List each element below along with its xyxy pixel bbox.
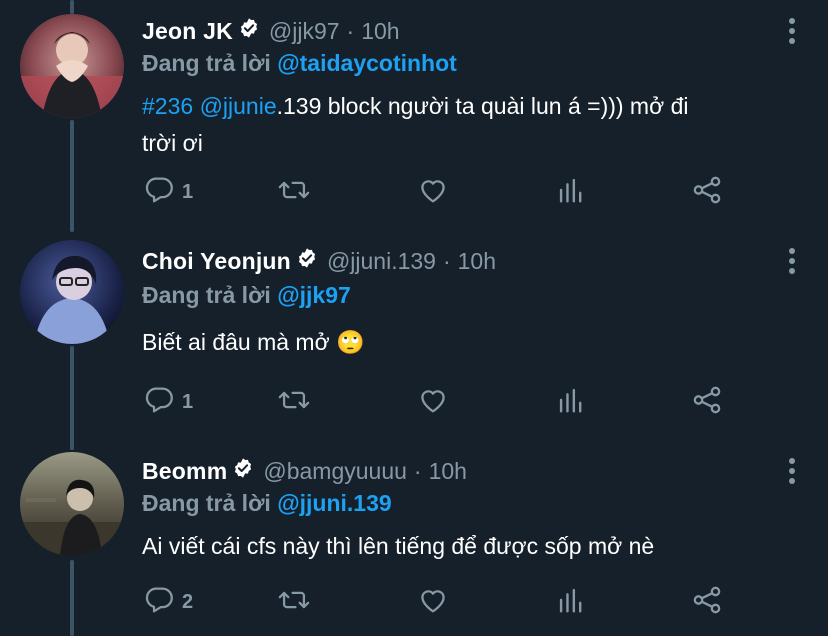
reply-to-mention[interactable]: @jjk97 (277, 282, 351, 308)
like-button[interactable] (416, 584, 450, 620)
avatar[interactable] (20, 14, 124, 118)
retweet-button[interactable] (276, 584, 312, 620)
user-handle[interactable]: @jjk97 (269, 18, 340, 45)
share-button[interactable] (690, 174, 724, 210)
separator-dot: · (442, 247, 451, 274)
share-button[interactable] (690, 584, 724, 620)
action-bar: 1 (142, 174, 742, 210)
reply-button[interactable]: 1 (142, 384, 193, 420)
more-options-icon[interactable] (784, 244, 800, 278)
reply-icon (142, 173, 176, 212)
share-icon (690, 583, 724, 622)
like-icon (416, 383, 450, 422)
retweet-icon (276, 583, 312, 622)
analytics-button[interactable] (554, 384, 588, 420)
display-name[interactable]: Beomm (142, 458, 227, 485)
user-handle[interactable]: @jjuni.139 (327, 248, 436, 275)
tweet-text-part: .139 block người ta quài lun á =))) mở đ… (276, 93, 689, 119)
reply-to-mention[interactable]: @taidaycotinhot (277, 50, 457, 76)
like-button[interactable] (416, 384, 450, 420)
like-button[interactable] (416, 174, 450, 210)
tweet[interactable]: Beomm @bamgyuuuu · 10h Đang trả lời @jju… (0, 452, 828, 636)
reply-icon (142, 583, 176, 622)
display-name[interactable]: Choi Yeonjun (142, 248, 291, 275)
analytics-icon (554, 383, 588, 422)
timestamp[interactable]: 10h (458, 248, 496, 275)
tweet-text: Ai viết cái cfs này thì lên tiếng để đượ… (142, 533, 655, 559)
analytics-button[interactable] (554, 584, 588, 620)
verified-badge-icon (238, 17, 260, 45)
avatar[interactable] (20, 452, 124, 556)
tweet-text: #236 @jjunie.139 block người ta quài lun… (142, 88, 802, 162)
reply-count: 1 (182, 180, 194, 203)
reply-icon (142, 383, 176, 422)
more-options-icon[interactable] (784, 14, 800, 48)
share-icon (690, 173, 724, 212)
replying-to-label: Đang trả lời (142, 282, 271, 308)
retweet-button[interactable] (276, 174, 312, 210)
analytics-icon (554, 583, 588, 622)
mention-link[interactable]: @jjunie (200, 93, 277, 119)
more-options-icon[interactable] (784, 454, 800, 488)
retweet-icon (276, 383, 312, 422)
like-icon (416, 583, 450, 622)
timestamp[interactable]: 10h (361, 18, 399, 45)
reply-to-mention[interactable]: @jjuni.139 (277, 490, 391, 516)
tweet[interactable]: Choi Yeonjun @jjuni.139 · 10h Đang trả l… (0, 240, 828, 450)
action-bar: 1 (142, 384, 742, 420)
retweet-button[interactable] (276, 384, 312, 420)
replying-to-label: Đang trả lời (142, 490, 271, 516)
verified-badge-icon (296, 247, 318, 275)
user-handle[interactable]: @bamgyuuuu (263, 458, 407, 485)
analytics-button[interactable] (554, 174, 588, 210)
reply-count: 1 (182, 390, 194, 413)
replying-to-label: Đang trả lời (142, 50, 271, 76)
reply-count: 2 (182, 590, 194, 613)
share-icon (690, 383, 724, 422)
action-bar: 2 (142, 584, 742, 620)
verified-badge-icon (232, 457, 254, 485)
share-button[interactable] (690, 384, 724, 420)
retweet-icon (276, 173, 312, 212)
tweet-text: Biết ai đâu mà mở 🙄 (142, 329, 365, 355)
hashtag-link[interactable]: #236 (142, 93, 193, 119)
timestamp[interactable]: 10h (429, 458, 467, 485)
display-name[interactable]: Jeon JK (142, 18, 233, 45)
separator-dot: · (346, 17, 355, 44)
analytics-icon (554, 173, 588, 212)
avatar[interactable] (20, 240, 124, 344)
reply-button[interactable]: 2 (142, 584, 193, 620)
reply-button[interactable]: 1 (142, 174, 193, 210)
tweet[interactable]: Jeon JK @jjk97 · 10h Đang trả lời @taida… (0, 0, 828, 230)
tweet-text-part: trời ơi (142, 130, 203, 156)
like-icon (416, 173, 450, 212)
separator-dot: · (413, 457, 422, 484)
